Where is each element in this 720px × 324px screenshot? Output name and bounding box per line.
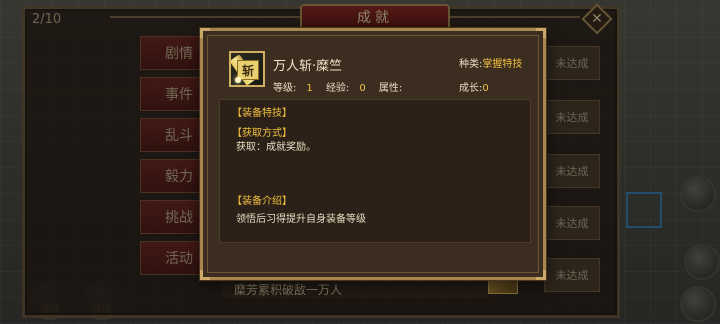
item-detail-modal: 斩 万人斩·糜竺 种类:掌握特技 等级: 1 经验: 0 属性: 成长:0 【装备特…	[200, 28, 546, 280]
item-stats: 等级: 1 经验: 0 属性:	[273, 79, 422, 94]
growth-label: 成长:	[459, 83, 483, 94]
item-type: 种类:掌握特技	[459, 55, 522, 70]
exp-label: 经验:	[325, 83, 350, 94]
growth-value: 0	[482, 83, 489, 94]
equip-intro-heading: 【装备介绍】	[232, 196, 292, 207]
attr-stat: 属性:	[379, 83, 412, 94]
exp-value: 0	[359, 83, 366, 94]
exp-stat: 经验: 0	[326, 83, 366, 94]
skill-scroll-icon: 斩	[229, 51, 265, 87]
equip-skill-heading: 【装备特技】	[232, 108, 292, 119]
item-description-panel: 【装备特技】 【获取方式】 获取：成就奖励。 【装备介绍】 领悟后习得提升自身装…	[219, 99, 531, 243]
item-type-label: 种类:	[459, 59, 483, 70]
corner-ornament	[536, 270, 546, 280]
level-value: 1	[306, 83, 313, 94]
corner-ornament	[536, 28, 546, 38]
corner-ornament	[200, 28, 210, 38]
obtain-method-heading: 【获取方式】	[232, 128, 292, 139]
item-name: 万人斩·糜竺	[273, 59, 343, 74]
item-type-value: 掌握特技	[482, 59, 523, 70]
sparkle-icon	[235, 77, 241, 83]
level-label: 等级:	[273, 83, 297, 94]
growth-stat: 成长:0	[459, 79, 489, 94]
level-stat: 等级: 1	[273, 83, 313, 94]
item-glyph: 斩	[237, 60, 259, 80]
equip-intro-text: 领悟后习得提升自身装备等级	[236, 214, 366, 225]
corner-ornament	[200, 270, 210, 280]
attr-label: 属性:	[378, 83, 403, 94]
obtain-method-text: 获取：成就奖励。	[236, 142, 316, 153]
